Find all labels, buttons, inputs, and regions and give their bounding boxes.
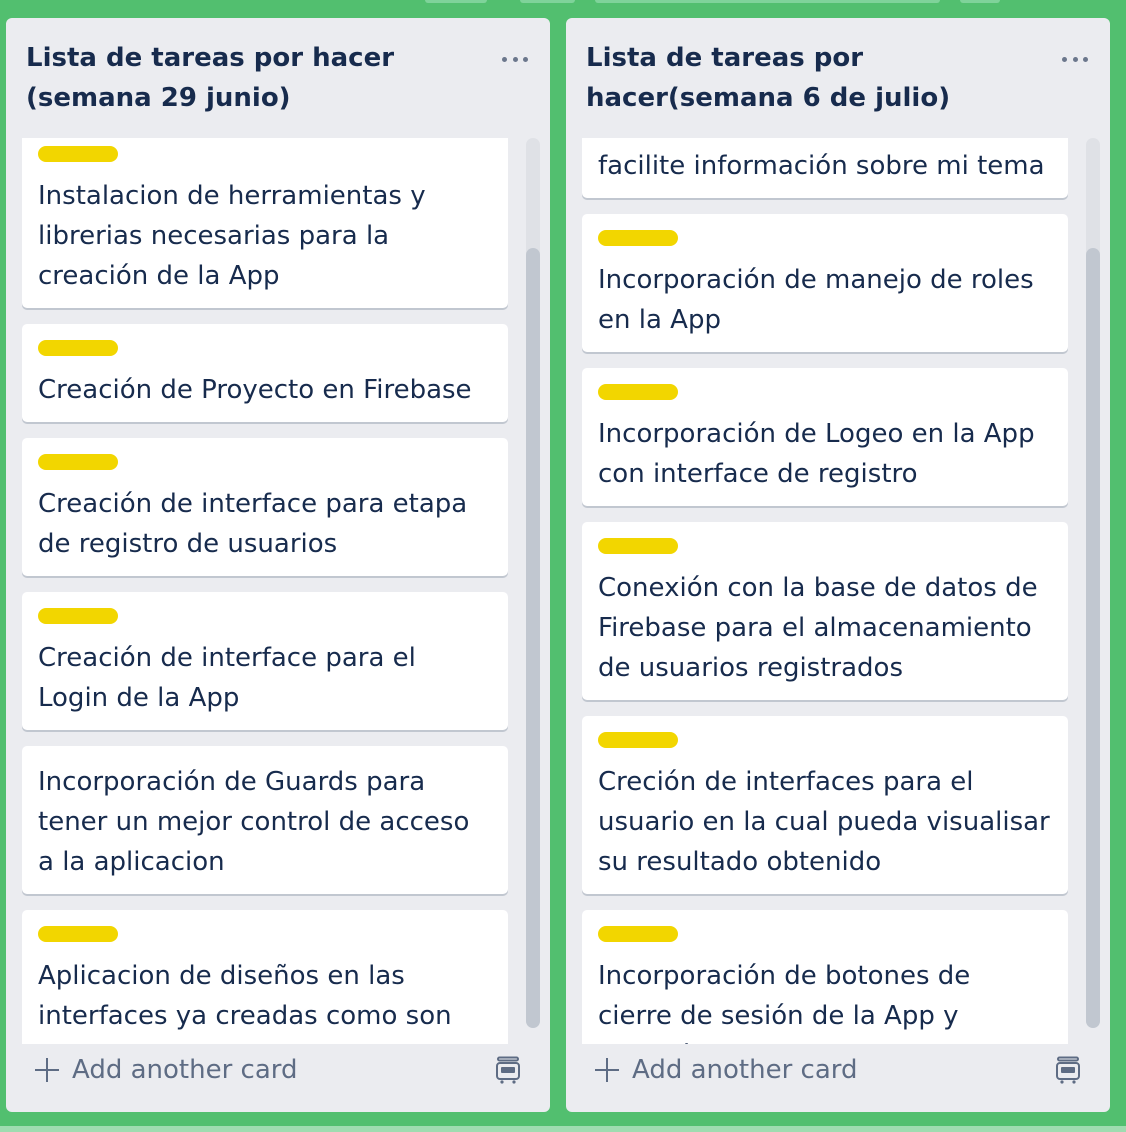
card[interactable]: Creación de interface para el Login de l…	[22, 592, 508, 730]
yellow-label[interactable]	[598, 732, 678, 748]
card-title: Creación de interface para el Login de l…	[38, 643, 416, 713]
card[interactable]: Creación de Proyecto en Firebase	[22, 324, 508, 422]
scrollbar[interactable]	[1086, 138, 1100, 1028]
yellow-label[interactable]	[38, 340, 118, 356]
card[interactable]: Incorporación de manejo de roles en la A…	[582, 214, 1068, 352]
board-bottom-edge	[0, 1126, 1126, 1132]
yellow-label[interactable]	[598, 538, 678, 554]
list-footer: Add another card	[6, 1026, 550, 1112]
more-horizontal-icon[interactable]	[1058, 48, 1092, 70]
yellow-label[interactable]	[598, 230, 678, 246]
board-top-edge	[520, 0, 575, 3]
card-title: facilite información sobre mi tema	[598, 151, 1045, 181]
yellow-label[interactable]	[38, 146, 118, 162]
card[interactable]: Incorporación de Logeo en la App con int…	[582, 368, 1068, 506]
list-footer: Add another card	[566, 1026, 1110, 1112]
card-title: Conexión con la base de datos de Firebas…	[598, 573, 1038, 683]
card[interactable]: Incorporación de botones de cierre de se…	[582, 910, 1068, 1044]
card[interactable]: Instalacion de herramientas y librerias …	[22, 138, 508, 308]
cards-container: Instalacion de herramientas y librerias …	[22, 138, 508, 1044]
card[interactable]: Creción de interfaces para el usuario en…	[582, 716, 1068, 894]
list-week-6-july: Lista de tareas por hacer(semana 6 de ju…	[566, 18, 1110, 1112]
card-list: facilite información sobre mi tema Incor…	[582, 138, 1068, 1044]
card-title: Instalacion de herramientas y librerias …	[38, 181, 426, 291]
scrollbar-thumb[interactable]	[526, 248, 540, 1028]
card[interactable]: Conexión con la base de datos de Firebas…	[582, 522, 1068, 700]
board-top-edge	[425, 0, 487, 3]
list-header[interactable]: Lista de tareas por hacer (semana 29 jun…	[6, 18, 550, 138]
board-top-edge	[595, 0, 940, 3]
cards-container: facilite información sobre mi tema Incor…	[582, 138, 1068, 1044]
list-week-29-june: Lista de tareas por hacer (semana 29 jun…	[6, 18, 550, 1112]
add-card-button[interactable]: Add another card	[594, 1050, 858, 1090]
board-top-edge	[960, 0, 1000, 3]
card-title: Creación de Proyecto en Firebase	[38, 375, 472, 405]
plus-icon	[34, 1057, 60, 1083]
card-list: Instalacion de herramientas y librerias …	[22, 138, 508, 1044]
card[interactable]: Incorporación de Guards para tener un me…	[22, 746, 508, 894]
card[interactable]: Aplicacion de diseños en las interfaces …	[22, 910, 508, 1044]
plus-icon	[594, 1057, 620, 1083]
yellow-label[interactable]	[38, 454, 118, 470]
list-header[interactable]: Lista de tareas por hacer(semana 6 de ju…	[566, 18, 1110, 138]
card-template-icon[interactable]	[1056, 1056, 1080, 1084]
scrollbar[interactable]	[526, 138, 540, 1028]
card[interactable]: Creación de interface para etapa de regi…	[22, 438, 508, 576]
card-title: Creación de interface para etapa de regi…	[38, 489, 468, 559]
yellow-label[interactable]	[598, 926, 678, 942]
yellow-label[interactable]	[38, 608, 118, 624]
add-card-label: Add another card	[632, 1055, 858, 1085]
list-title[interactable]: Lista de tareas por hacer (semana 29 jun…	[26, 38, 446, 118]
scrollbar-thumb[interactable]	[1086, 248, 1100, 1028]
add-card-label: Add another card	[72, 1055, 298, 1085]
card-title: Incorporación de Guards para tener un me…	[38, 767, 470, 877]
card-title: Incorporación de manejo de roles en la A…	[598, 265, 1034, 335]
list-title[interactable]: Lista de tareas por hacer(semana 6 de ju…	[586, 38, 1006, 118]
card-template-icon[interactable]	[496, 1056, 520, 1084]
more-horizontal-icon[interactable]	[498, 48, 532, 70]
add-card-button[interactable]: Add another card	[34, 1050, 298, 1090]
card[interactable]: facilite información sobre mi tema	[582, 138, 1068, 198]
card-title: Creción de interfaces para el usuario en…	[598, 767, 1050, 877]
yellow-label[interactable]	[38, 926, 118, 942]
yellow-label[interactable]	[598, 384, 678, 400]
card-title: Incorporación de Logeo en la App con int…	[598, 419, 1035, 489]
